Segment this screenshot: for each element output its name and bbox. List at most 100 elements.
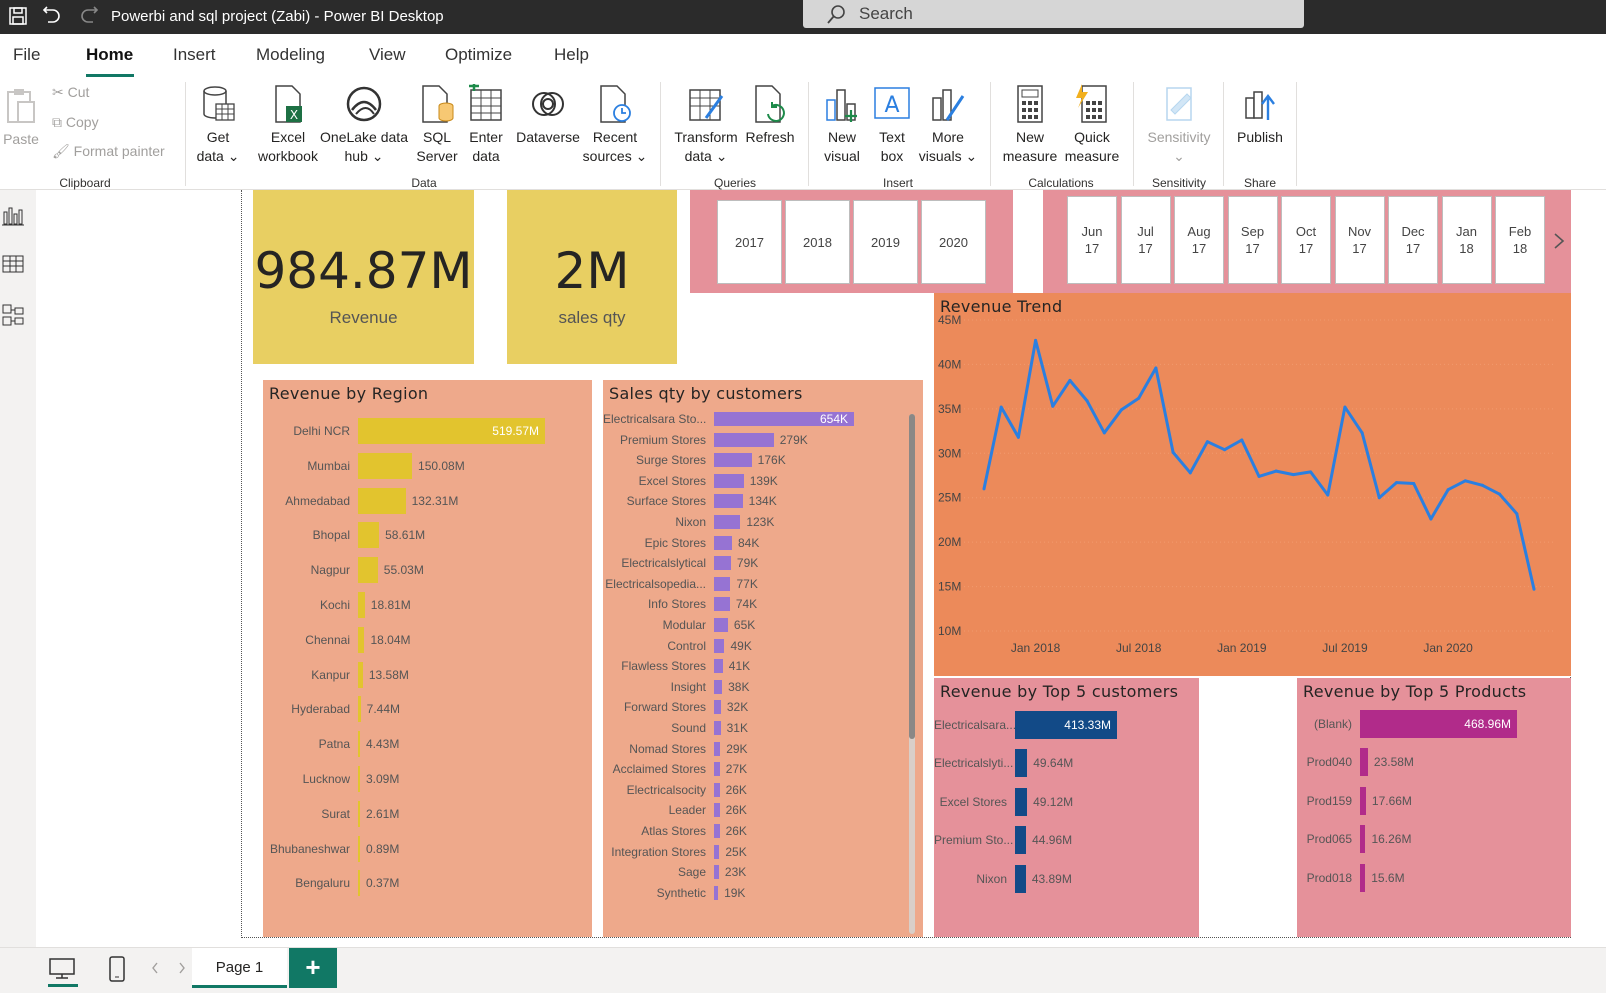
slicer-month[interactable]: Feb 18 [1495, 196, 1545, 284]
onelake-hub-button[interactable]: OneLake data hub ⌄ [316, 84, 412, 166]
revenue-data-point[interactable] [1085, 399, 1089, 403]
copy-button[interactable]: ⧉ Copy [52, 114, 99, 131]
bar[interactable] [1360, 825, 1366, 854]
revenue-data-point[interactable] [1463, 479, 1467, 483]
bar[interactable] [358, 766, 360, 792]
revenue-data-point[interactable] [1326, 493, 1330, 497]
bar[interactable] [714, 824, 720, 838]
bar[interactable] [358, 487, 406, 514]
bar[interactable] [714, 638, 725, 653]
slicer-year-2017[interactable]: 2017 [717, 200, 782, 284]
slicer-month[interactable]: Nov 17 [1334, 196, 1385, 284]
tab-optimize[interactable]: Optimize [445, 45, 512, 65]
bar[interactable] [714, 741, 721, 756]
report-view-icon[interactable] [2, 206, 24, 226]
bar[interactable] [358, 626, 365, 653]
cut-button[interactable]: ✂ Cut [52, 84, 89, 101]
sql-server-button[interactable]: SQL Server [412, 84, 462, 166]
revenue-data-point[interactable] [999, 405, 1003, 409]
revenue-data-point[interactable] [1257, 474, 1261, 478]
sensitivity-button[interactable]: Sensitivity ⌄ [1140, 84, 1218, 166]
bar[interactable] [714, 556, 731, 571]
bar[interactable] [714, 865, 719, 880]
revenue-series-line[interactable] [982, 338, 1536, 590]
sales-qty-card[interactable]: 2M sales qty [507, 190, 677, 364]
revenue-data-point[interactable] [1051, 404, 1055, 408]
table-view-icon[interactable] [2, 254, 24, 274]
slicer-year-2019[interactable]: 2019 [853, 200, 918, 284]
revenue-data-point[interactable] [1498, 492, 1502, 496]
publish-button[interactable]: Publish [1230, 84, 1290, 147]
revenue-data-point[interactable] [1154, 366, 1158, 370]
revenue-by-top5-products-chart[interactable]: Revenue by Top 5 Products (Blank) 468.96M… [1297, 678, 1571, 937]
revenue-trend-chart[interactable]: Revenue Trend 45M 40M 35M 30M 25M 20M 15M 10M Ja… [934, 293, 1571, 676]
bar[interactable] [714, 432, 774, 447]
bar[interactable] [714, 844, 720, 859]
revenue-data-point[interactable] [1223, 448, 1227, 452]
revenue-data-point[interactable] [1412, 481, 1416, 485]
bar[interactable] [358, 800, 360, 827]
mobile-layout-icon[interactable] [108, 956, 126, 982]
bar[interactable] [358, 522, 380, 549]
bar[interactable] [358, 661, 363, 688]
revenue-data-point[interactable] [1188, 471, 1192, 475]
new-measure-button[interactable]: New measure [998, 84, 1062, 166]
revenue-data-point[interactable] [1240, 438, 1244, 442]
bar[interactable] [1360, 786, 1366, 815]
bar[interactable] [714, 515, 741, 529]
tab-file[interactable]: File [13, 45, 40, 65]
model-view-icon[interactable] [2, 304, 24, 326]
revenue-data-point[interactable] [982, 487, 986, 491]
revenue-data-point[interactable] [1205, 440, 1209, 444]
revenue-data-point[interactable] [1102, 431, 1106, 435]
revenue-data-point[interactable] [1480, 483, 1484, 487]
bar[interactable] [358, 835, 360, 862]
excel-workbook-button[interactable]: X Excel workbook [258, 84, 318, 166]
bar[interactable] [358, 870, 360, 897]
revenue-card[interactable]: 984.87M Revenue [253, 190, 474, 364]
text-box-button[interactable]: A Text box [868, 84, 916, 166]
recent-sources-button[interactable]: Recent sources ⌄ [582, 84, 648, 166]
revenue-data-point[interactable] [1446, 488, 1450, 492]
bar[interactable] [358, 696, 361, 723]
bar[interactable] [714, 618, 728, 632]
revenue-data-point[interactable] [1016, 435, 1020, 439]
tab-home[interactable]: Home [86, 45, 133, 65]
revenue-data-point[interactable] [1532, 587, 1536, 591]
undo-icon[interactable] [40, 4, 64, 28]
slicer-month[interactable]: Jun 17 [1067, 196, 1117, 284]
slicer-month[interactable]: Jul 17 [1120, 196, 1171, 284]
revenue-data-point[interactable] [1171, 450, 1175, 454]
bar[interactable] [358, 731, 360, 758]
bar[interactable] [714, 721, 721, 735]
slicer-month[interactable]: Dec 17 [1388, 196, 1438, 284]
bar[interactable] [714, 473, 744, 488]
enter-data-button[interactable]: Enter data [462, 84, 510, 166]
slicer-year-2018[interactable]: 2018 [785, 200, 850, 284]
format-painter-button[interactable]: 🖌 Format painter [52, 143, 165, 160]
bar[interactable] [358, 452, 413, 479]
get-data-button[interactable]: Get data ⌄ [192, 84, 244, 166]
bar[interactable] [714, 679, 723, 694]
slicer-month[interactable]: Oct 17 [1281, 196, 1331, 284]
revenue-data-point[interactable] [1291, 473, 1295, 477]
desktop-layout-icon[interactable] [48, 957, 76, 981]
search-input[interactable]: Search [803, 0, 1304, 28]
tab-view[interactable]: View [369, 45, 406, 65]
revenue-data-point[interactable] [1377, 496, 1381, 500]
bar[interactable] [714, 885, 719, 900]
revenue-data-point[interactable] [1068, 378, 1072, 382]
transform-data-button[interactable]: Transform data ⌄ [668, 84, 744, 166]
revenue-by-top5-customers-chart[interactable]: Revenue by Top 5 customers Electricalsar… [934, 678, 1199, 937]
bar[interactable] [714, 535, 732, 550]
bar[interactable] [714, 782, 720, 797]
bar[interactable] [1360, 863, 1366, 892]
bar[interactable] [714, 762, 720, 777]
sales-qty-by-customers-chart[interactable]: Sales qty by customers Electricalsara St… [603, 380, 923, 937]
bar[interactable] [1015, 787, 1028, 816]
bar[interactable] [714, 803, 720, 818]
revenue-data-point[interactable] [1360, 431, 1364, 435]
tab-help[interactable]: Help [554, 45, 589, 65]
bar[interactable] [1015, 749, 1028, 778]
scrollbar-thumb[interactable] [909, 414, 915, 739]
